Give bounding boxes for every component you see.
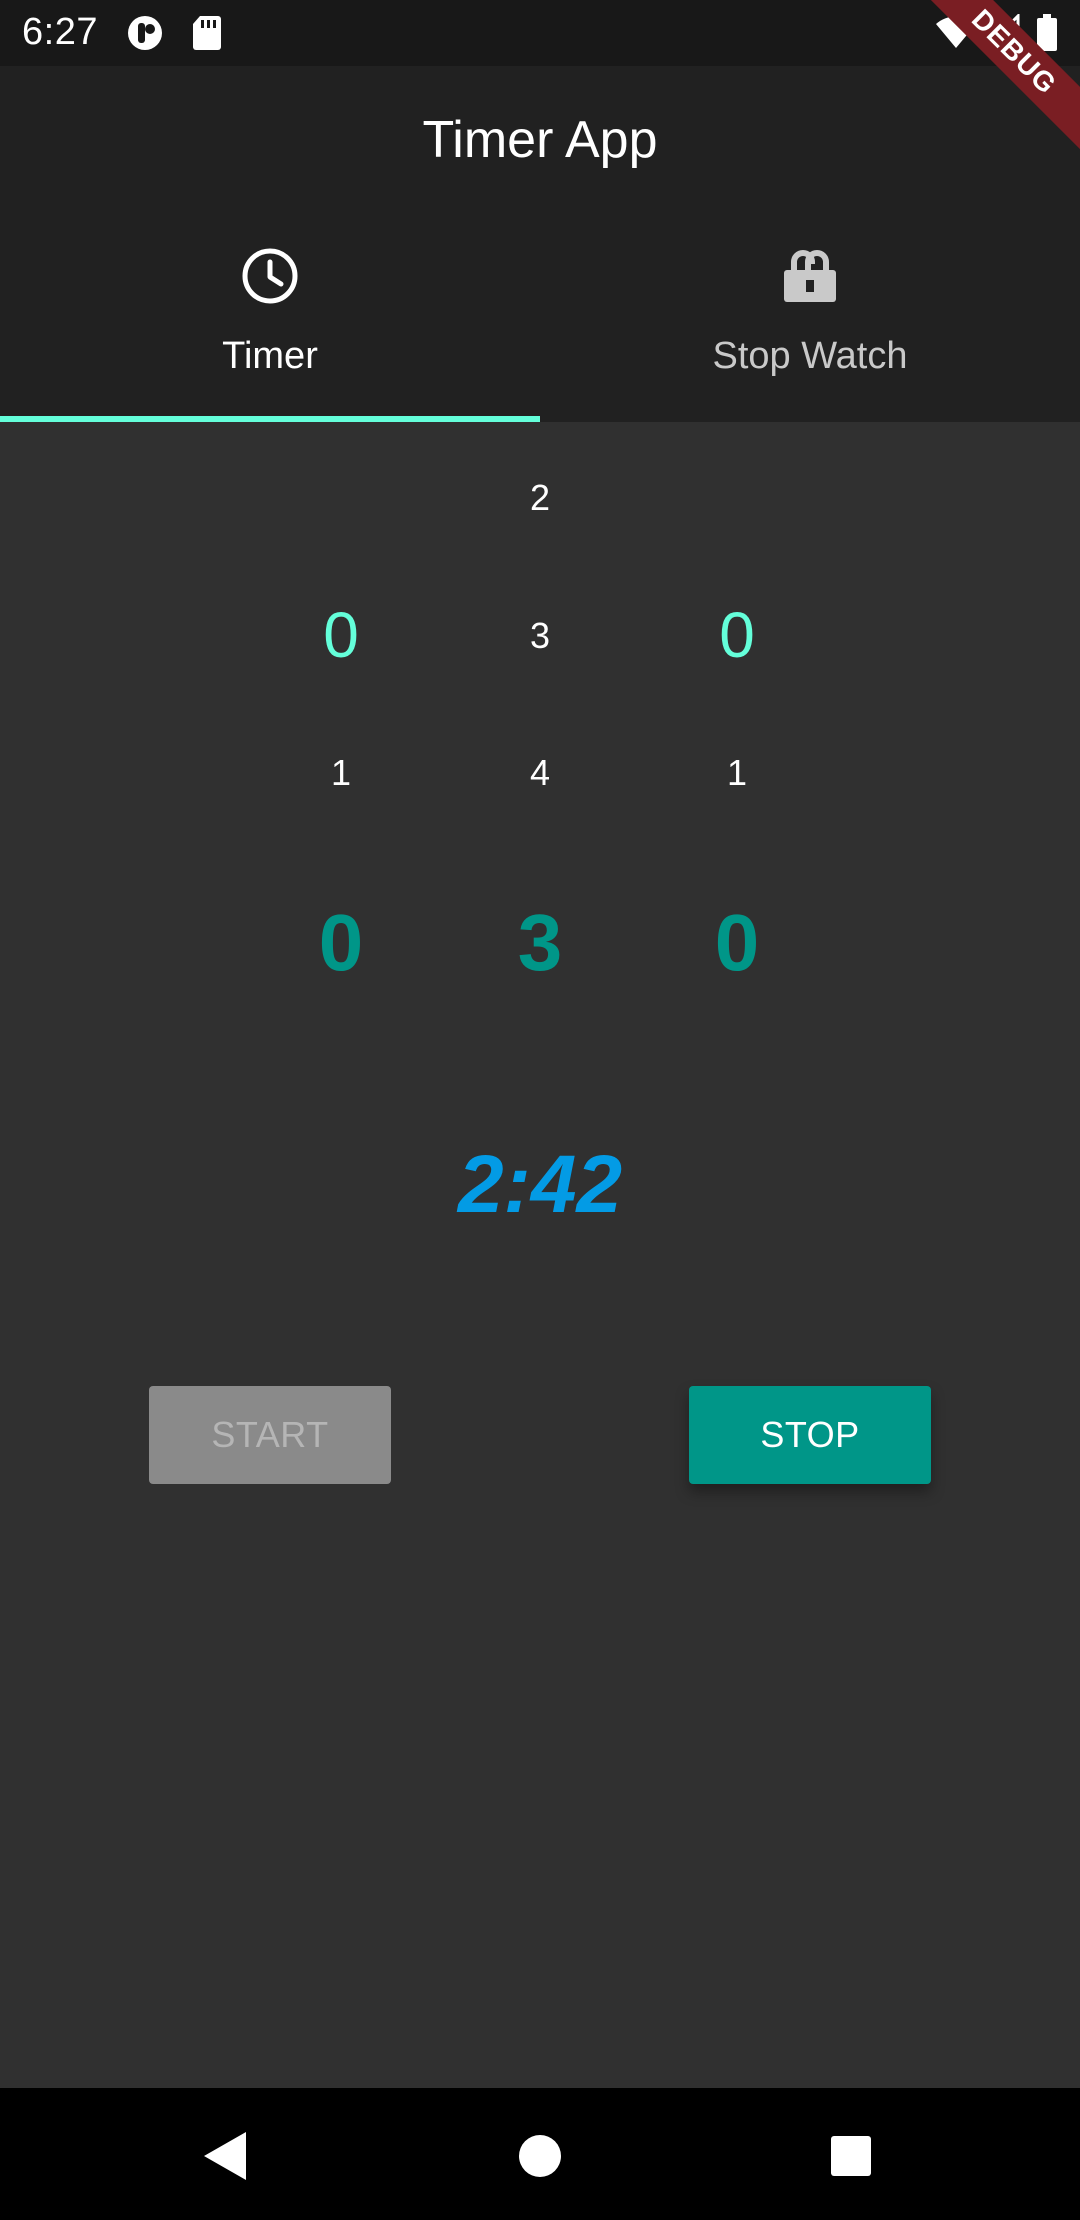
minutes-picker-selected[interactable]: 3: [440, 616, 640, 656]
start-button[interactable]: START: [149, 1386, 391, 1484]
recents-icon[interactable]: [826, 2128, 886, 2184]
tab-indicator: [0, 416, 540, 422]
clock-icon: [0, 246, 540, 310]
tab-stop-watch-label: Stop Watch: [712, 335, 908, 377]
app-title: Timer App: [422, 111, 658, 169]
notification-icon: [126, 14, 166, 57]
lock-open-icon: [540, 246, 1080, 310]
stop-button[interactable]: STOP: [689, 1386, 931, 1484]
countdown-display: 2:42: [457, 1139, 623, 1230]
hours-picker-selected[interactable]: 0: [241, 600, 441, 670]
status-bar: 6:27: [0, 0, 1080, 66]
back-icon[interactable]: [200, 2128, 260, 2184]
hours-picker-below[interactable]: 1: [241, 753, 441, 793]
sd-card-icon: [192, 14, 222, 57]
screen: 6:27 DEBUG Timer App Timer Stop Watch 2 …: [0, 0, 1080, 2220]
selected-hours: 0: [318, 898, 364, 987]
home-icon[interactable]: [512, 2128, 572, 2184]
tab-stop-watch[interactable]: Stop Watch: [540, 246, 1080, 422]
seconds-picker-below[interactable]: 1: [637, 753, 837, 793]
tab-timer-label: Timer: [222, 335, 318, 377]
minutes-picker-below[interactable]: 4: [440, 753, 640, 793]
nav-bar: [0, 2088, 1080, 2220]
minutes-picker-above[interactable]: 2: [440, 478, 640, 518]
app-bar: Timer App Timer Stop Watch: [0, 66, 1080, 422]
selected-seconds: 0: [714, 898, 760, 987]
tab-timer[interactable]: Timer: [0, 246, 540, 422]
status-time: 6:27: [22, 11, 98, 53]
seconds-picker-selected[interactable]: 0: [637, 600, 837, 670]
selected-minutes: 3: [517, 898, 563, 987]
